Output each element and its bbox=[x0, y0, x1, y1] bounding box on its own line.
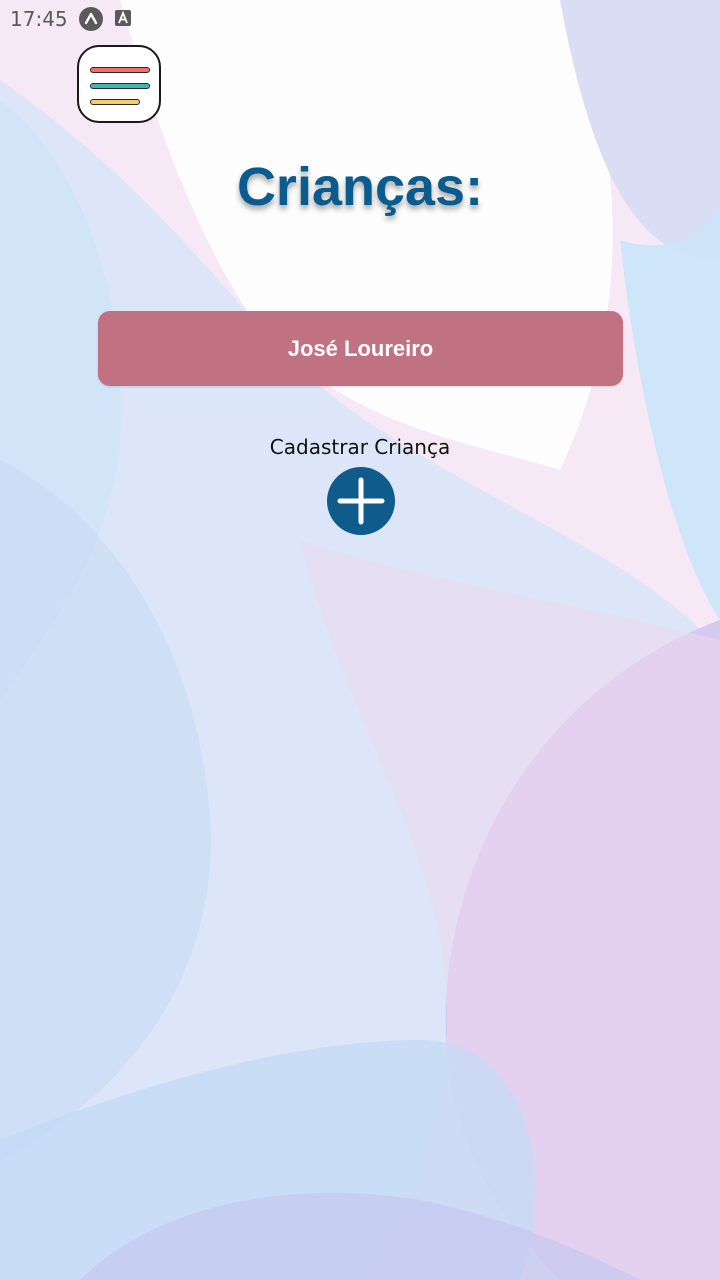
accessibility-icon bbox=[115, 10, 131, 26]
menu-line-middle bbox=[90, 83, 150, 89]
status-time: 17:45 bbox=[10, 7, 68, 31]
plus-circle-icon bbox=[337, 477, 385, 525]
page-title: Crianças: bbox=[236, 157, 484, 217]
app-notification-icon bbox=[79, 7, 103, 31]
menu-line-bottom bbox=[90, 99, 140, 105]
child-card[interactable]: José Loureiro bbox=[98, 311, 623, 386]
add-child-button[interactable] bbox=[327, 467, 395, 535]
menu-button[interactable] bbox=[77, 45, 161, 123]
child-name: José Loureiro bbox=[287, 335, 434, 361]
status-bar: 17:45 bbox=[0, 0, 720, 38]
register-child-label: Cadastrar Criança bbox=[269, 435, 451, 459]
menu-line-top bbox=[90, 67, 150, 73]
